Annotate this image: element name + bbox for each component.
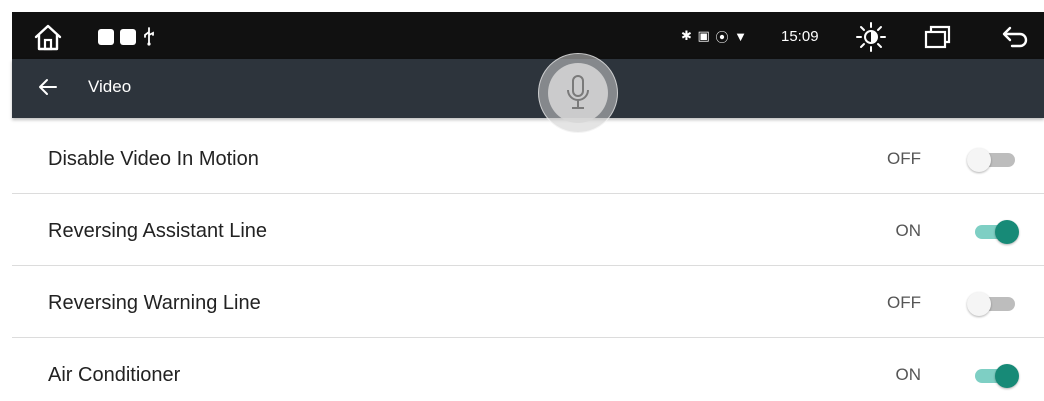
toggle-knob <box>967 292 991 316</box>
status-bar: ✱ ▣ ⦿ ▼ 15:09 <box>12 12 1044 59</box>
setting-row-air-conditioner[interactable]: Air Conditioner ON <box>12 338 1044 401</box>
microphone-icon <box>548 63 608 123</box>
screen: ✱ ▣ ⦿ ▼ 15:09 Video Disable Video In Mot… <box>0 0 1044 401</box>
setting-state: OFF <box>887 149 921 168</box>
setting-state: OFF <box>887 293 921 312</box>
usb-icon <box>142 24 156 48</box>
clock: 15:09 <box>781 27 819 45</box>
cast-icon: ▣ <box>697 28 711 43</box>
voice-assistant-button[interactable] <box>538 53 618 133</box>
toggle-switch[interactable] <box>967 364 1019 388</box>
setting-label: Reversing Warning Line <box>48 292 261 314</box>
setting-label: Reversing Assistant Line <box>48 220 268 242</box>
notification-square-icon <box>120 29 136 45</box>
recent-apps-icon[interactable] <box>920 22 954 52</box>
app-header: Video <box>12 53 1044 133</box>
toggle-knob <box>995 364 1019 388</box>
settings-list: Disable Video In Motion OFF Reversing As… <box>12 122 1044 401</box>
wifi-icon: ▼ <box>734 28 748 44</box>
arrow-left-icon[interactable] <box>37 76 59 98</box>
setting-state: ON <box>895 221 922 240</box>
setting-label: Disable Video In Motion <box>48 148 259 170</box>
setting-row-reversing-warning-line[interactable]: Reversing Warning Line OFF <box>12 266 1044 338</box>
home-icon[interactable] <box>32 22 64 52</box>
page-title: Video <box>88 77 132 96</box>
setting-row-disable-video-in-motion[interactable]: Disable Video In Motion OFF <box>12 122 1044 194</box>
back-icon[interactable] <box>998 22 1032 52</box>
bluetooth-icon: ✱ <box>681 28 693 43</box>
notification-square-icon <box>98 29 114 45</box>
toggle-switch[interactable] <box>967 292 1019 316</box>
toggle-knob <box>995 220 1019 244</box>
setting-state: ON <box>895 365 922 384</box>
toggle-knob <box>967 148 991 172</box>
status-icons-group: ✱ ▣ ⦿ ▼ <box>681 25 748 47</box>
setting-label: Air Conditioner <box>48 364 181 386</box>
location-icon: ⦿ <box>715 29 730 45</box>
toggle-switch[interactable] <box>967 148 1019 172</box>
setting-row-reversing-assistant-line[interactable]: Reversing Assistant Line ON <box>12 194 1044 266</box>
brightness-icon[interactable] <box>854 20 888 54</box>
toggle-switch[interactable] <box>967 220 1019 244</box>
